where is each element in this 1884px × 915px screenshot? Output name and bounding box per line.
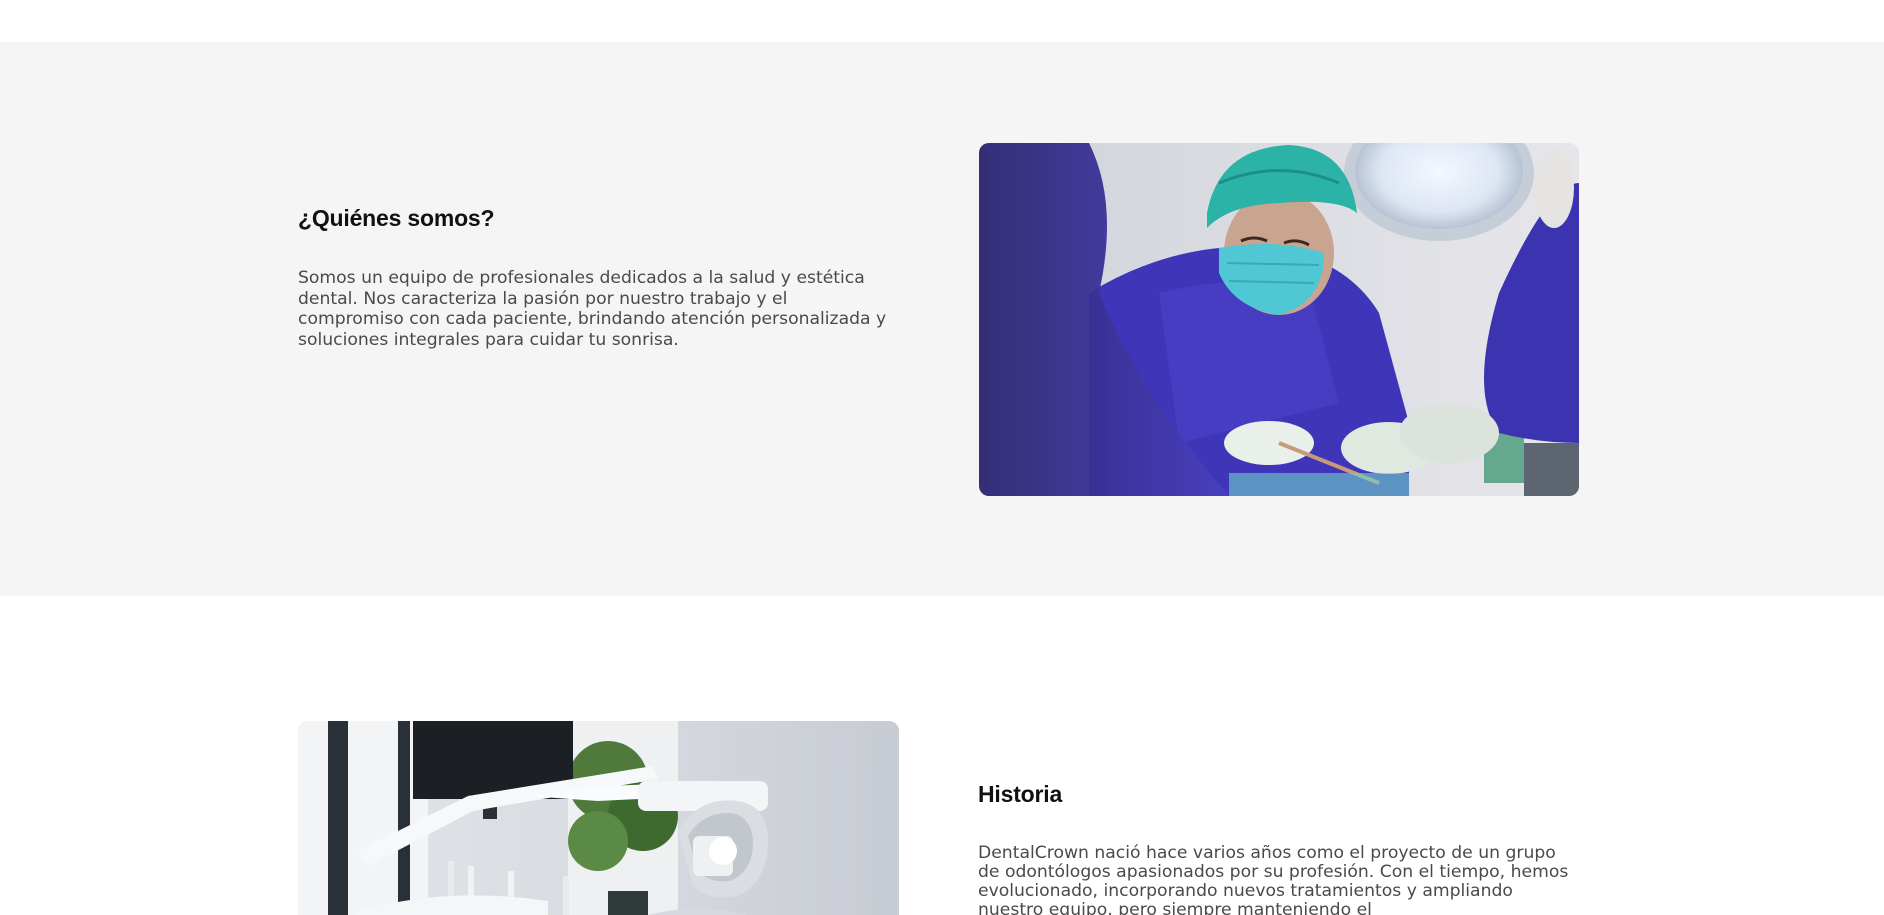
about-photo: [979, 143, 1579, 496]
about-section: ¿Quiénes somos? Somos un equipo de profe…: [0, 42, 1884, 596]
page: ¿Quiénes somos? Somos un equipo de profe…: [0, 0, 1884, 915]
history-photo: [298, 721, 899, 915]
history-heading: Historia: [978, 781, 1063, 807]
history-paragraph: DentalCrown nació hace varios años como …: [978, 843, 1569, 915]
top-spacer: [0, 0, 1884, 42]
about-text-block: ¿Quiénes somos? Somos un equipo de profe…: [298, 205, 898, 350]
dental-chair-photo-illustration: [298, 721, 899, 915]
history-section: Historia DentalCrown nació hace varios a…: [0, 596, 1884, 915]
about-heading: ¿Quiénes somos?: [298, 205, 495, 231]
surgeon-photo-illustration: [979, 143, 1579, 496]
history-text-block: Historia DentalCrown nació hace varios a…: [978, 781, 1578, 915]
about-paragraph: Somos un equipo de profesionales dedicad…: [298, 268, 887, 350]
